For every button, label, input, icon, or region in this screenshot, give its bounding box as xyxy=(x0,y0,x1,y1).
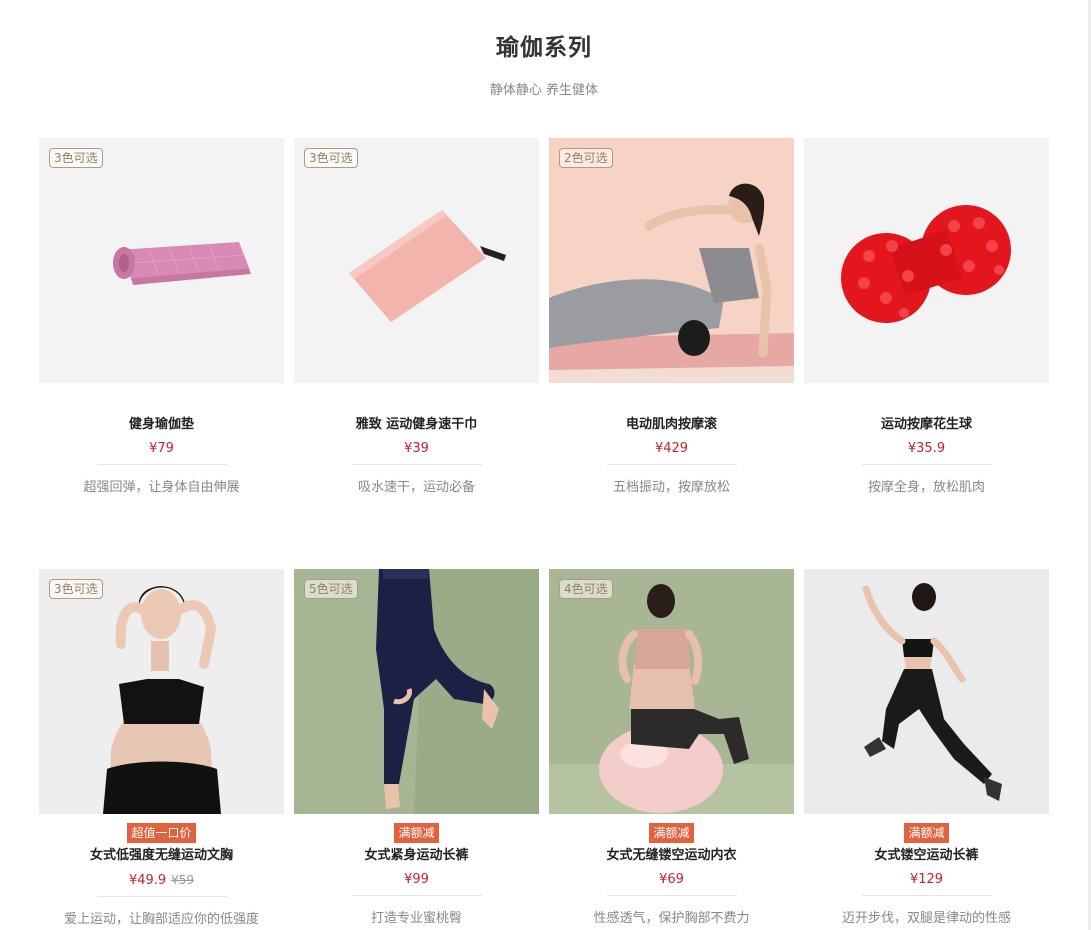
model-running-image xyxy=(804,569,1049,814)
promo-badge: 满额减 xyxy=(904,823,949,843)
product-price: ¥79 xyxy=(149,441,174,456)
product-price: ¥69 xyxy=(659,872,684,887)
model-leggings-image xyxy=(294,569,539,814)
color-options-tag: 4色可选 xyxy=(559,579,613,599)
product-card-hollow-sports-top[interactable]: 4色可选 满额减 女式无缝镂空运动内衣 ¥69 性感透气，保护胸部不费力 xyxy=(549,569,794,929)
towel-image xyxy=(294,138,539,383)
product-info: 满额减 女式镂空运动长裤 ¥129 迈开步伐，双腿是律动的性感 xyxy=(804,814,1049,928)
section-subtitle: 静体静心 养生健体 xyxy=(489,83,599,98)
divider xyxy=(96,896,227,897)
product-description: 吸水速干，运动必备 xyxy=(357,480,475,495)
promo-badge: 超值一口价 xyxy=(127,823,196,843)
product-info: 超值一口价 女式低强度无缝运动文胸 ¥49.9 ¥59 爱上运动，让胸部适应你的低… xyxy=(39,814,284,929)
product-name[interactable]: 女式紧身运动长裤 xyxy=(294,847,539,865)
product-name[interactable]: 女式镂空运动长裤 xyxy=(804,847,1049,865)
product-image-leggings[interactable]: 5色可选 xyxy=(294,569,539,814)
product-name[interactable]: 健身瑜伽垫 xyxy=(39,416,284,434)
model-with-roller-image xyxy=(549,138,794,383)
product-description: 性感透气，保护胸部不费力 xyxy=(593,911,750,926)
model-on-ball-image xyxy=(549,569,794,814)
product-image-sports-bra[interactable]: 3色可选 xyxy=(39,569,284,814)
product-price: ¥129 xyxy=(909,872,944,887)
product-description: 按摩全身，放松肌肉 xyxy=(867,480,985,495)
product-card-sports-bra[interactable]: 3色可选 超值一口价 女式低强度无缝运动文胸 ¥49.9 ¥59 爱上运动，让胸部… xyxy=(39,569,284,929)
product-info: 雅致 运动健身速干巾 ¥39 吸水速干，运动必备 xyxy=(294,383,539,497)
product-image-electric-roller[interactable]: 2色可选 xyxy=(549,138,794,383)
divider xyxy=(861,895,992,896)
promo-badge: 满额减 xyxy=(394,823,439,843)
divider xyxy=(351,464,482,465)
product-info: 电动肌肉按摩滚 ¥429 五档振动，按摩放松 xyxy=(549,383,794,497)
product-info: 满额减 女式紧身运动长裤 ¥99 打造专业蜜桃臀 xyxy=(294,814,539,928)
color-options-tag: 3色可选 xyxy=(49,148,103,168)
divider xyxy=(351,895,482,896)
product-name[interactable]: 雅致 运动健身速干巾 xyxy=(294,416,539,434)
section-title: 瑜伽系列 xyxy=(496,35,592,61)
product-description: 打造专业蜜桃臀 xyxy=(370,911,462,926)
product-description: 爱上运动，让胸部适应你的低强度 xyxy=(63,912,259,927)
product-price: ¥429 xyxy=(654,441,689,456)
color-options-tag: 2色可选 xyxy=(559,148,613,168)
original-price: ¥59 xyxy=(171,873,195,887)
divider xyxy=(606,895,737,896)
color-options-tag: 5色可选 xyxy=(304,579,358,599)
product-card-yoga-mat[interactable]: 3色可选 健身瑜伽垫 ¥79 超强回弹，让身体自由伸展 xyxy=(39,138,284,497)
product-image-peanut-ball[interactable] xyxy=(804,138,1049,383)
product-image-yoga-mat[interactable]: 3色可选 xyxy=(39,138,284,383)
product-name[interactable]: 女式无缝镂空运动内衣 xyxy=(549,847,794,865)
product-card-leggings[interactable]: 5色可选 满额减 女式紧身运动长裤 ¥99 打造专业蜜桃臀 xyxy=(294,569,539,929)
product-price: ¥99 xyxy=(404,872,429,887)
divider xyxy=(96,464,227,465)
product-description: 超强回弹，让身体自由伸展 xyxy=(83,480,240,495)
price-line: ¥39 xyxy=(294,440,539,458)
product-price: ¥49.9 xyxy=(128,873,167,888)
color-options-tag: 3色可选 xyxy=(49,579,103,599)
product-name[interactable]: 电动肌肉按摩滚 xyxy=(549,416,794,434)
product-card-peanut-ball[interactable]: 运动按摩花生球 ¥35.9 按摩全身，放松肌肉 xyxy=(804,138,1049,497)
peanut-ball-image xyxy=(804,138,1049,383)
product-info: 运动按摩花生球 ¥35.9 按摩全身，放松肌肉 xyxy=(804,383,1049,497)
product-description: 五档振动，按摩放松 xyxy=(612,480,730,495)
price-line: ¥129 xyxy=(804,871,1049,889)
product-card-hollow-leggings[interactable]: 满额减 女式镂空运动长裤 ¥129 迈开步伐，双腿是律动的性感 xyxy=(804,569,1049,929)
divider xyxy=(606,464,737,465)
divider xyxy=(861,464,992,465)
product-description: 迈开步伐，双腿是律动的性感 xyxy=(841,911,1011,926)
price-line: ¥99 xyxy=(294,871,539,889)
product-image-hollow-sports-top[interactable]: 4色可选 xyxy=(549,569,794,814)
product-name[interactable]: 运动按摩花生球 xyxy=(804,416,1049,434)
price-line: ¥49.9 ¥59 xyxy=(39,871,284,890)
price-line: ¥35.9 xyxy=(804,440,1049,458)
product-price: ¥35.9 xyxy=(907,441,946,456)
product-card-quick-dry-towel[interactable]: 3色可选 雅致 运动健身速干巾 ¥39 吸水速干，运动必备 xyxy=(294,138,539,497)
yoga-mat-image xyxy=(39,138,284,383)
price-line: ¥69 xyxy=(549,871,794,889)
product-image-hollow-leggings[interactable] xyxy=(804,569,1049,814)
product-image-quick-dry-towel[interactable]: 3色可选 xyxy=(294,138,539,383)
product-price: ¥39 xyxy=(404,441,429,456)
product-grid-row-2: 3色可选 超值一口价 女式低强度无缝运动文胸 ¥49.9 ¥59 爱上运动，让胸部… xyxy=(39,569,1049,929)
product-info: 满额减 女式无缝镂空运动内衣 ¥69 性感透气，保护胸部不费力 xyxy=(549,814,794,928)
product-grid-row-1: 3色可选 健身瑜伽垫 ¥79 超强回弹，让身体自由伸展 3色可选 雅致 运动健身… xyxy=(39,138,1049,497)
product-card-electric-roller[interactable]: 2色可选 电动肌肉按摩滚 ¥429 五档振动，按摩放松 xyxy=(549,138,794,497)
color-options-tag: 3色可选 xyxy=(304,148,358,168)
product-name[interactable]: 女式低强度无缝运动文胸 xyxy=(39,847,284,865)
price-line: ¥79 xyxy=(39,440,284,458)
model-sports-bra-image xyxy=(39,569,284,814)
product-info: 健身瑜伽垫 ¥79 超强回弹，让身体自由伸展 xyxy=(39,383,284,497)
price-line: ¥429 xyxy=(549,440,794,458)
promo-badge: 满额减 xyxy=(649,823,694,843)
